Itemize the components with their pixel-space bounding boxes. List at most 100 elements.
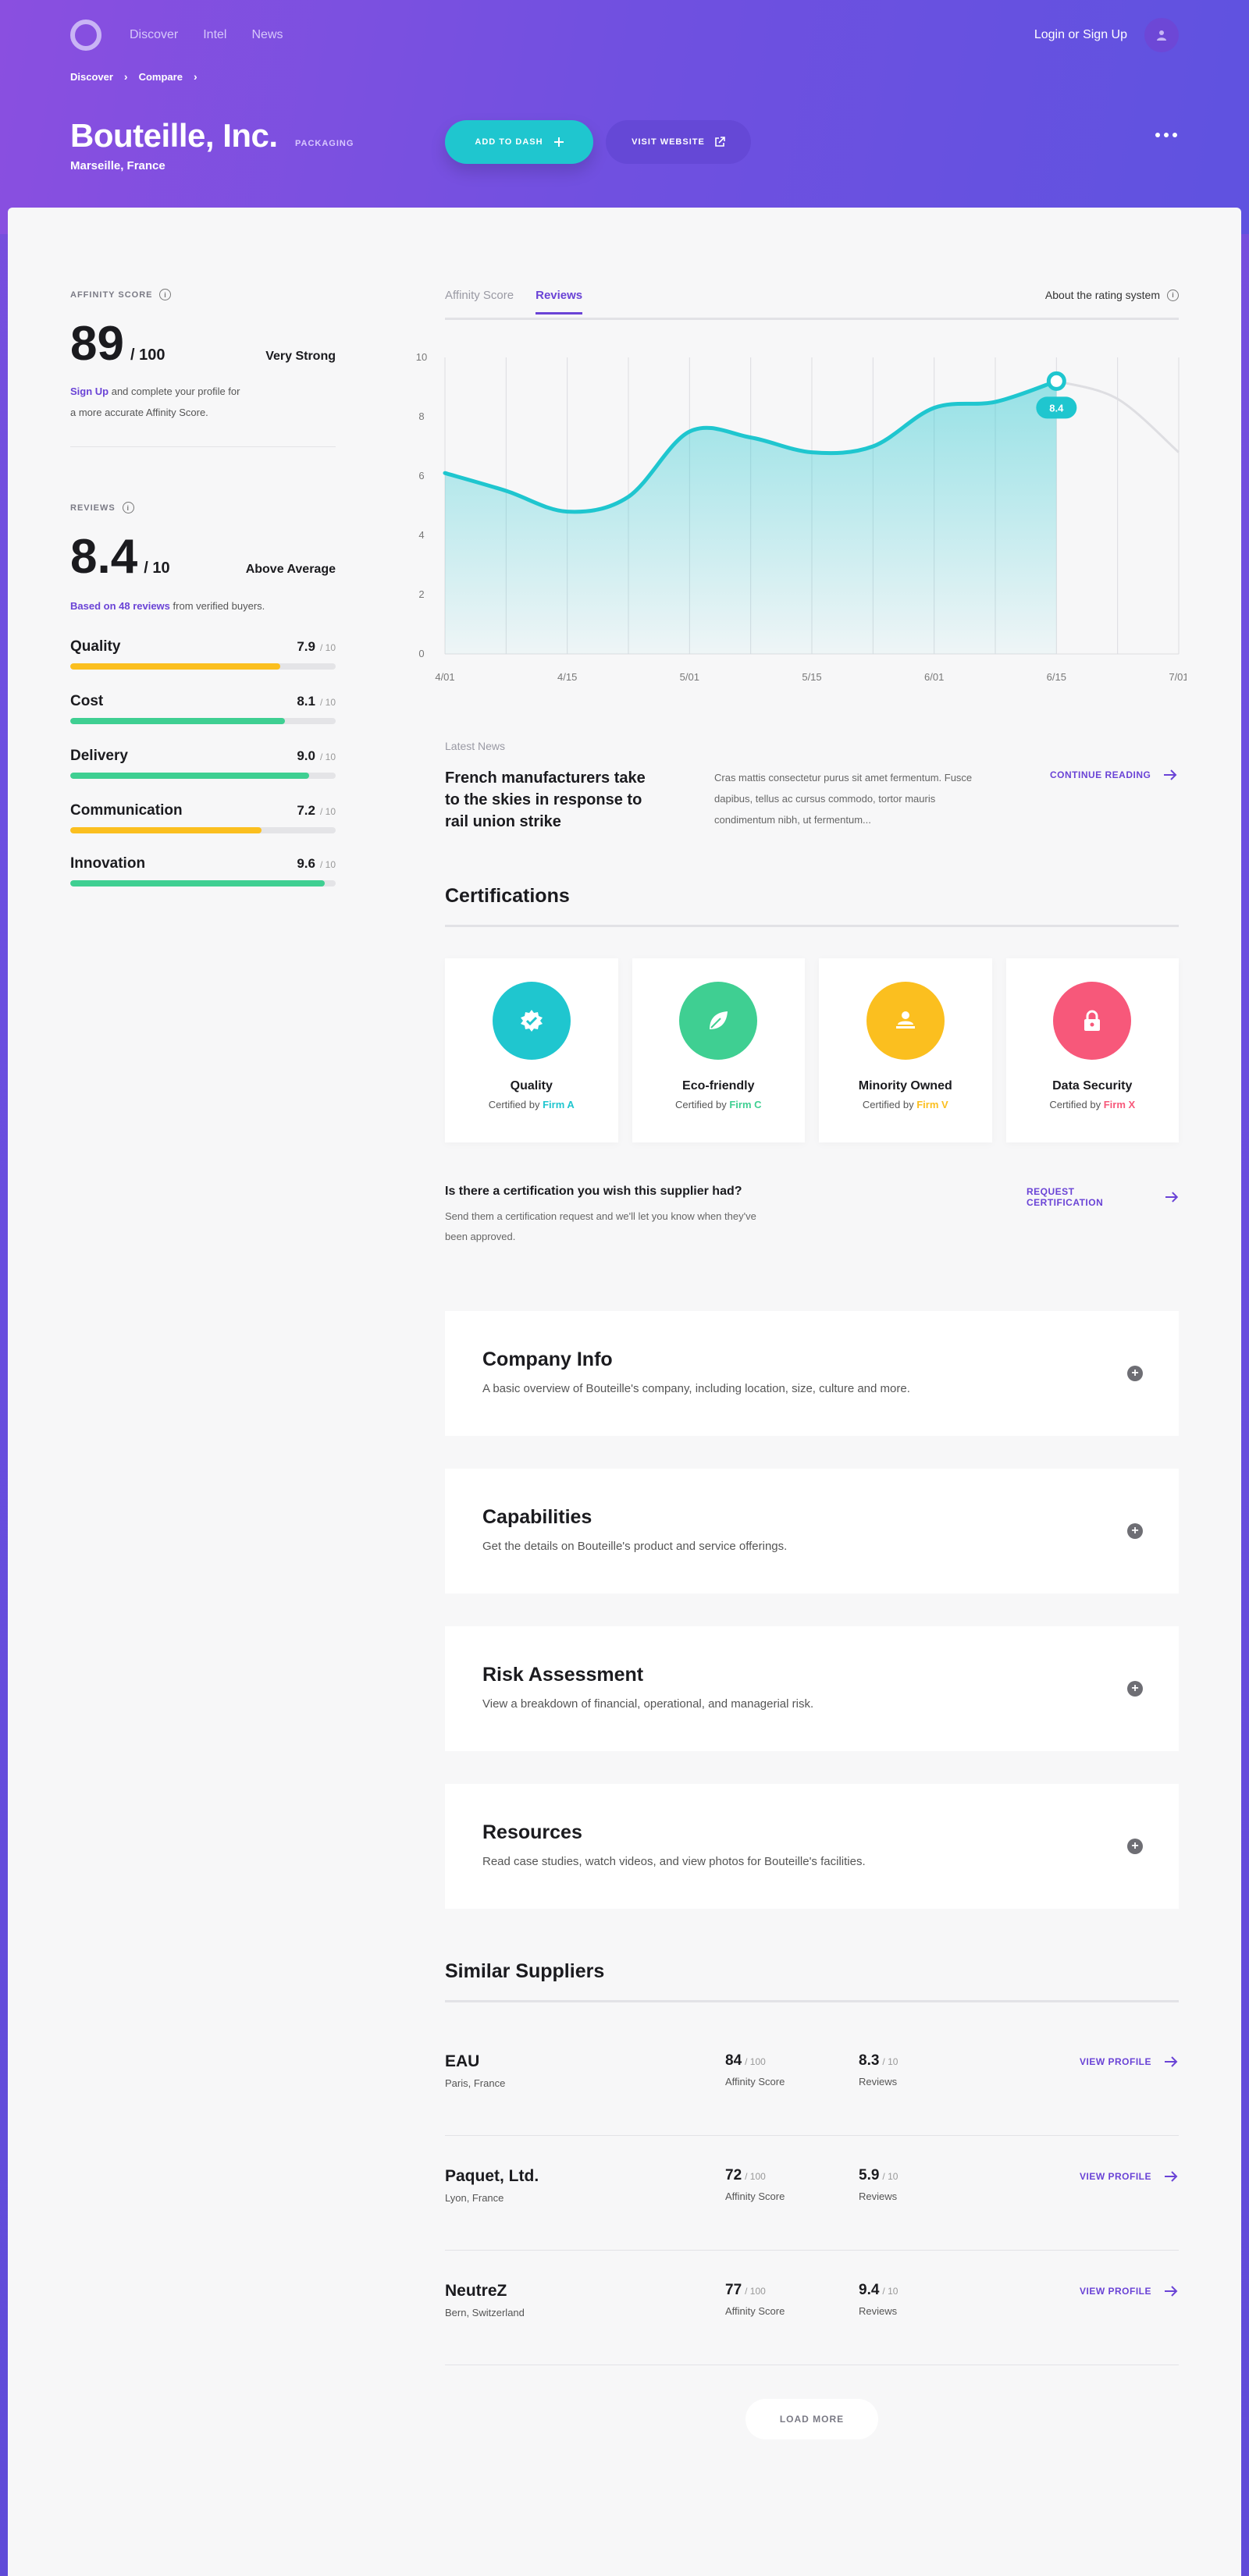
similar-suppliers-title: Similar Suppliers bbox=[445, 1960, 1179, 2002]
x-tick-label: 5/01 bbox=[680, 671, 699, 683]
nav-link-intel[interactable]: Intel bbox=[203, 28, 226, 42]
supplier-row: EAU Paris, France 84/ 100 Affinity Score… bbox=[445, 2021, 1179, 2136]
avatar[interactable] bbox=[1144, 18, 1179, 52]
nav-link-news[interactable]: News bbox=[251, 28, 283, 42]
score-sidebar: AFFINITY SCORE i 89 / 100 Very Strong Sig… bbox=[70, 289, 336, 886]
affinity-max: / 100 bbox=[130, 346, 165, 364]
arrow-right-icon bbox=[1165, 2056, 1178, 2067]
y-tick-label: 6 bbox=[418, 470, 424, 481]
cert-card-data-security[interactable]: Data Security Certified by Firm X bbox=[1005, 958, 1179, 1142]
review-bar-fill bbox=[70, 827, 262, 833]
affinity-score: 89 bbox=[70, 317, 124, 371]
affinity-note: Sign Up and complete your profile for a … bbox=[70, 386, 240, 418]
info-icon[interactable]: i bbox=[122, 502, 134, 513]
login-link[interactable]: Login or Sign Up bbox=[1034, 28, 1127, 42]
cert-icon-circle bbox=[492, 982, 571, 1060]
reviews-score-row: 8.4 / 10 Above Average bbox=[70, 529, 336, 584]
latest-news: Latest News French manufacturers take to… bbox=[445, 740, 1179, 841]
supplier-row: Paquet, Ltd. Lyon, France 72/ 100 Affini… bbox=[445, 2136, 1179, 2251]
reviews-rating: Above Average bbox=[245, 563, 336, 576]
review-bars: Quality 7.9/ 10 Cost 8.1/ 10 Delivery 9.0/ … bbox=[70, 638, 336, 886]
company-name: Bouteille, Inc. bbox=[70, 117, 278, 154]
arrow-right-icon bbox=[1164, 769, 1177, 780]
cert-card-quality[interactable]: Quality Certified by Firm A bbox=[445, 958, 618, 1142]
supplier-reviews: 8.3/ 10 Reviews bbox=[859, 2052, 898, 2087]
supplier-reviews: 9.4/ 10 Reviews bbox=[859, 2282, 898, 2317]
breadcrumb-compare[interactable]: Compare bbox=[139, 71, 183, 83]
review-bar-fill bbox=[70, 880, 326, 886]
about-rating-link[interactable]: About the rating system i bbox=[1045, 289, 1179, 301]
reviews-score: 8.4 bbox=[70, 530, 138, 584]
review-bar-fill bbox=[70, 773, 309, 779]
company-location: Marseille, France bbox=[70, 159, 165, 172]
review-bar-innovation: Innovation 9.6/ 10 bbox=[70, 855, 336, 886]
highlight-point bbox=[1046, 371, 1066, 391]
x-tick-label: 7/01 bbox=[1169, 671, 1187, 683]
y-tick-label: 0 bbox=[418, 648, 424, 659]
view-profile-link[interactable]: VIEW PROFILE bbox=[1080, 2286, 1178, 2297]
info-icon[interactable]: i bbox=[159, 289, 172, 300]
request-certification-link[interactable]: REQUEST CERTIFICATION bbox=[1027, 1186, 1179, 1208]
cert-card-minority-owned[interactable]: Minority Owned Certified by Firm V bbox=[819, 958, 992, 1142]
y-tick-label: 2 bbox=[418, 588, 424, 600]
cert-icon-circle bbox=[866, 982, 945, 1060]
logo-icon[interactable] bbox=[70, 20, 101, 51]
reviews-count-link[interactable]: Based on 48 reviews bbox=[70, 600, 170, 612]
news-title[interactable]: French manufacturers take to the skies i… bbox=[445, 767, 664, 833]
nav-link-discover[interactable]: Discover bbox=[130, 28, 178, 42]
visit-website-button[interactable]: VISIT WEBSITE bbox=[606, 120, 751, 164]
review-bar-delivery: Delivery 9.0/ 10 bbox=[70, 748, 336, 779]
x-tick-label: 5/15 bbox=[802, 671, 821, 683]
user-icon bbox=[1157, 30, 1166, 41]
review-bar-communication: Communication 7.2/ 10 bbox=[70, 802, 336, 833]
affinity-label: AFFINITY SCORE i bbox=[70, 289, 336, 300]
continue-reading-link[interactable]: CONTINUE READING bbox=[1050, 769, 1177, 780]
breadcrumb-discover[interactable]: Discover bbox=[70, 71, 113, 83]
tab-reviews[interactable]: Reviews bbox=[536, 289, 583, 314]
cert-icon-circle bbox=[1053, 982, 1132, 1060]
more-menu-icon[interactable] bbox=[1155, 133, 1177, 137]
accordion-capabilities[interactable]: Capabilities Get the details on Bouteill… bbox=[445, 1469, 1179, 1594]
view-profile-link[interactable]: VIEW PROFILE bbox=[1080, 2056, 1178, 2067]
add-to-dash-button[interactable]: ADD TO DASH bbox=[445, 120, 593, 164]
reviews-chart: 10 8 6 4 2 0 4/01 4/15 5/01 5/15 6/01 6/15 7/01 8.4 bbox=[416, 351, 1187, 683]
badge-check-icon bbox=[520, 1010, 543, 1032]
cert-card-eco-friendly[interactable]: Eco-friendly Certified by Firm C bbox=[632, 958, 805, 1142]
chart-tabs: Affinity Score Reviews About the rating … bbox=[445, 289, 1179, 320]
cert-icon-circle bbox=[679, 982, 758, 1060]
x-tick-label: 6/15 bbox=[1047, 671, 1066, 683]
review-bar-quality: Quality 7.9/ 10 bbox=[70, 638, 336, 670]
plus-circle-icon[interactable]: + bbox=[1127, 1839, 1143, 1854]
view-profile-link[interactable]: VIEW PROFILE bbox=[1080, 2171, 1178, 2182]
similar-suppliers-header: Similar Suppliers bbox=[445, 1960, 1179, 2002]
info-icon: i bbox=[1167, 289, 1179, 301]
cert-grid: Quality Certified by Firm A Eco-friendly… bbox=[445, 958, 1179, 1142]
highlight-label: 8.4 bbox=[1049, 402, 1064, 414]
x-tick-label: 4/01 bbox=[435, 671, 454, 683]
plus-icon bbox=[553, 137, 564, 147]
accordion-company-info[interactable]: Company Info A basic overview of Bouteil… bbox=[445, 1311, 1179, 1436]
supplier-affinity: 72/ 100 Affinity Score bbox=[725, 2167, 785, 2202]
request-body: Send them a certification request and we… bbox=[445, 1210, 756, 1242]
news-label: Latest News bbox=[445, 740, 506, 752]
y-tick-label: 10 bbox=[416, 351, 427, 363]
divider bbox=[70, 446, 336, 447]
review-bar-cost: Cost 8.1/ 10 bbox=[70, 693, 336, 724]
plus-circle-icon[interactable]: + bbox=[1127, 1523, 1143, 1539]
top-nav: Discover Intel News Login or Sign Up bbox=[70, 18, 1179, 52]
sign-up-link[interactable]: Sign Up bbox=[70, 386, 109, 397]
arrow-right-icon bbox=[1165, 2171, 1178, 2182]
accordion-risk-assessment[interactable]: Risk Assessment View a breakdown of fina… bbox=[445, 1626, 1179, 1751]
accordion-resources[interactable]: Resources Read case studies, watch video… bbox=[445, 1784, 1179, 1909]
y-tick-label: 4 bbox=[418, 529, 424, 541]
review-bar-fill bbox=[70, 663, 280, 670]
affinity-rating: Very Strong bbox=[265, 350, 336, 363]
chevron-right-icon: › bbox=[123, 70, 128, 83]
supplier-row: NeutreZ Bern, Switzerland 77/ 100 Affini… bbox=[445, 2251, 1179, 2365]
plus-circle-icon[interactable]: + bbox=[1127, 1366, 1143, 1381]
tab-affinity-score[interactable]: Affinity Score bbox=[445, 289, 514, 312]
plus-circle-icon[interactable]: + bbox=[1127, 1681, 1143, 1697]
chevron-right-icon: › bbox=[193, 70, 197, 83]
load-more-button[interactable]: LOAD MORE bbox=[745, 2399, 878, 2439]
visit-website-label: VISIT WEBSITE bbox=[632, 137, 705, 147]
